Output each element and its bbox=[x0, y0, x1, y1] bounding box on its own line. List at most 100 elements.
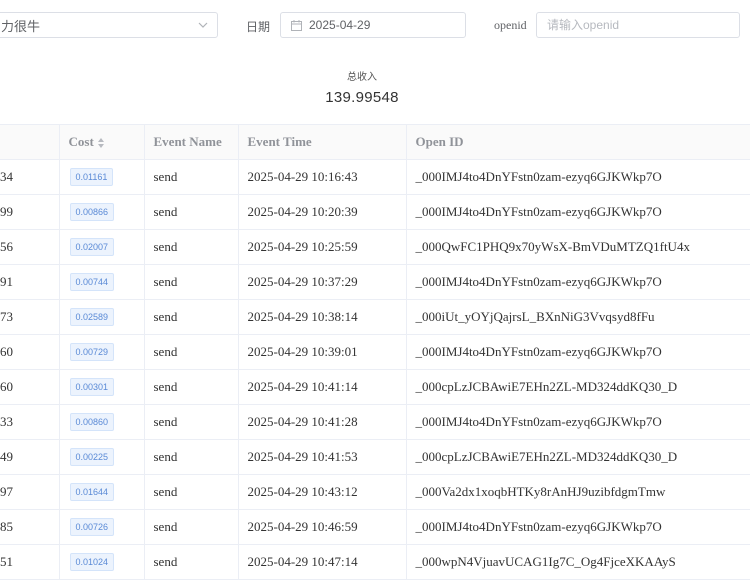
cell-event-name: send bbox=[144, 159, 239, 195]
cell-event-time: 2025-04-29 10:43:12 bbox=[238, 474, 407, 510]
cell-open-id: _000Va2dx1xoqbHTKy8rAnHJ9uzibfdgmTmw bbox=[406, 474, 750, 510]
cost-tag: 0.00726 bbox=[69, 518, 115, 536]
cell-event-time: 2025-04-29 10:39:01 bbox=[238, 334, 407, 370]
cell-event-time: 2025-04-29 10:16:43 bbox=[238, 159, 407, 195]
cell-cost: 0.00729 bbox=[59, 334, 145, 370]
cell-cost: 0.00726 bbox=[59, 509, 145, 545]
cost-tag: 0.02589 bbox=[69, 308, 115, 326]
column-header-event-time: Event Time bbox=[238, 124, 407, 160]
table-header-row: Cost Event Name Event Time Open ID bbox=[0, 124, 750, 160]
cell-event-time: 2025-04-29 10:46:59 bbox=[238, 509, 407, 545]
column-header-id bbox=[0, 124, 60, 160]
cell-open-id: _000cpLzJCBAwiE7EHn2ZL-MD324ddKQ30_D bbox=[406, 369, 750, 405]
date-picker[interactable]: 2025-04-29 bbox=[280, 12, 466, 38]
table-row: 99 0.00866 send 2025-04-29 10:20:39 _000IMJ4… bbox=[0, 194, 750, 230]
summary-title: 总收入 bbox=[347, 72, 377, 83]
cell-event-time: 2025-04-29 10:47:14 bbox=[238, 544, 407, 580]
cost-tag: 0.00729 bbox=[69, 343, 115, 361]
cost-tag: 0.01161 bbox=[69, 168, 114, 186]
cell-event-time: 2025-04-29 10:37:29 bbox=[238, 264, 407, 300]
cell-open-id: _000QwFC1PHQ9x70yWsX-BmVDuMTZQ1ftU4x bbox=[406, 229, 750, 265]
cell-open-id: _000IMJ4to4DnYFstn0zam-ezyq6GJKWkp7O bbox=[406, 334, 750, 370]
cell-id: 33 bbox=[0, 404, 60, 440]
cell-event-name: send bbox=[144, 474, 239, 510]
summary-panel: 总收入 139.99548 bbox=[0, 68, 724, 106]
cell-event-time: 2025-04-29 10:38:14 bbox=[238, 299, 407, 335]
cost-tag: 0.01024 bbox=[69, 553, 115, 571]
cell-event-time: 2025-04-29 10:25:59 bbox=[238, 229, 407, 265]
cost-tag: 0.00301 bbox=[69, 378, 115, 396]
cell-open-id: _000IMJ4to4DnYFstn0zam-ezyq6GJKWkp7O bbox=[406, 509, 750, 545]
cell-open-id: _000iUt_yOYjQajrsL_BXnNiG3Vvqsyd8fFu bbox=[406, 299, 750, 335]
cell-id: 91 bbox=[0, 264, 60, 300]
cell-event-name: send bbox=[144, 264, 239, 300]
cell-event-name: send bbox=[144, 369, 239, 405]
cell-event-name: send bbox=[144, 334, 239, 370]
cell-cost: 0.02007 bbox=[59, 229, 145, 265]
cell-event-name: send bbox=[144, 404, 239, 440]
app-select[interactable]: 力很牛 bbox=[0, 12, 218, 38]
date-label: 日期 bbox=[246, 20, 271, 34]
cost-tag: 0.00860 bbox=[69, 413, 115, 431]
table-row: 91 0.00744 send 2025-04-29 10:37:29 _000IMJ4… bbox=[0, 264, 750, 300]
chevron-down-icon bbox=[198, 22, 208, 28]
cell-event-time: 2025-04-29 10:41:53 bbox=[238, 439, 407, 475]
cell-event-name: send bbox=[144, 544, 239, 580]
cost-tag: 0.00866 bbox=[69, 203, 115, 221]
cell-event-name: send bbox=[144, 194, 239, 230]
filter-bar: 力很牛 日期 2025-04-29 openid bbox=[0, 0, 750, 58]
table-row: 97 0.01644 send 2025-04-29 10:43:12 _000Va2d… bbox=[0, 474, 750, 510]
cell-cost: 0.00866 bbox=[59, 194, 145, 230]
cell-event-name: send bbox=[144, 509, 239, 545]
cost-tag: 0.00225 bbox=[69, 448, 115, 466]
cell-cost: 0.00744 bbox=[59, 264, 145, 300]
calendar-icon bbox=[291, 19, 302, 31]
cell-id: 34 bbox=[0, 159, 60, 195]
table-row: 51 0.01024 send 2025-04-29 10:47:14 _000wpN4… bbox=[0, 544, 750, 580]
app-select-value: 力很牛 bbox=[1, 18, 41, 34]
data-table: Cost Event Name Event Time Open ID 34 0.0… bbox=[0, 124, 750, 580]
cell-id: 97 bbox=[0, 474, 60, 510]
cell-open-id: _000cpLzJCBAwiE7EHn2ZL-MD324ddKQ30_D bbox=[406, 439, 750, 475]
openid-label: openid bbox=[494, 18, 527, 32]
cell-open-id: _000IMJ4to4DnYFstn0zam-ezyq6GJKWkp7O bbox=[406, 159, 750, 195]
table-row: 85 0.00726 send 2025-04-29 10:46:59 _000IMJ4… bbox=[0, 509, 750, 545]
cell-id: 73 bbox=[0, 299, 60, 335]
column-header-cost[interactable]: Cost bbox=[59, 124, 145, 160]
table-row: 33 0.00860 send 2025-04-29 10:41:28 _000IMJ4… bbox=[0, 404, 750, 440]
table-row: 60 0.00301 send 2025-04-29 10:41:14 _000cpLz… bbox=[0, 369, 750, 405]
cell-cost: 0.00301 bbox=[59, 369, 145, 405]
cost-tag: 0.01644 bbox=[69, 483, 115, 501]
sort-icon[interactable] bbox=[97, 137, 105, 149]
cell-id: 99 bbox=[0, 194, 60, 230]
table-row: 56 0.02007 send 2025-04-29 10:25:59 _000QwFC… bbox=[0, 229, 750, 265]
summary-value: 139.99548 bbox=[325, 89, 399, 106]
cost-tag: 0.02007 bbox=[69, 238, 115, 256]
cell-event-name: send bbox=[144, 299, 239, 335]
table-row: 73 0.02589 send 2025-04-29 10:38:14 _000iUt_… bbox=[0, 299, 750, 335]
cell-cost: 0.01161 bbox=[59, 159, 145, 195]
table-row: 60 0.00729 send 2025-04-29 10:39:01 _000IMJ4… bbox=[0, 334, 750, 370]
table-row: 49 0.00225 send 2025-04-29 10:41:53 _000cpLz… bbox=[0, 439, 750, 475]
cell-id: 85 bbox=[0, 509, 60, 545]
date-value: 2025-04-29 bbox=[309, 18, 371, 32]
table-row: 34 0.01161 send 2025-04-29 10:16:43 _000IMJ4… bbox=[0, 159, 750, 195]
cell-cost: 0.01024 bbox=[59, 544, 145, 580]
openid-input[interactable] bbox=[536, 12, 740, 38]
column-header-event-name: Event Name bbox=[144, 124, 239, 160]
cost-tag: 0.00744 bbox=[69, 273, 115, 291]
column-header-open-id: Open ID bbox=[406, 124, 750, 160]
cell-cost: 0.00225 bbox=[59, 439, 145, 475]
cell-open-id: _000IMJ4to4DnYFstn0zam-ezyq6GJKWkp7O bbox=[406, 404, 750, 440]
cell-event-time: 2025-04-29 10:41:28 bbox=[238, 404, 407, 440]
cell-open-id: _000IMJ4to4DnYFstn0zam-ezyq6GJKWkp7O bbox=[406, 264, 750, 300]
cell-event-time: 2025-04-29 10:41:14 bbox=[238, 369, 407, 405]
cell-id: 60 bbox=[0, 334, 60, 370]
column-header-cost-label: Cost bbox=[68, 134, 94, 149]
cell-id: 60 bbox=[0, 369, 60, 405]
cell-id: 49 bbox=[0, 439, 60, 475]
cell-event-time: 2025-04-29 10:20:39 bbox=[238, 194, 407, 230]
cell-event-name: send bbox=[144, 229, 239, 265]
cell-cost: 0.01644 bbox=[59, 474, 145, 510]
cell-open-id: _000wpN4VjuavUCAG1Ig7C_Og4FjceXKAAyS bbox=[406, 544, 750, 580]
